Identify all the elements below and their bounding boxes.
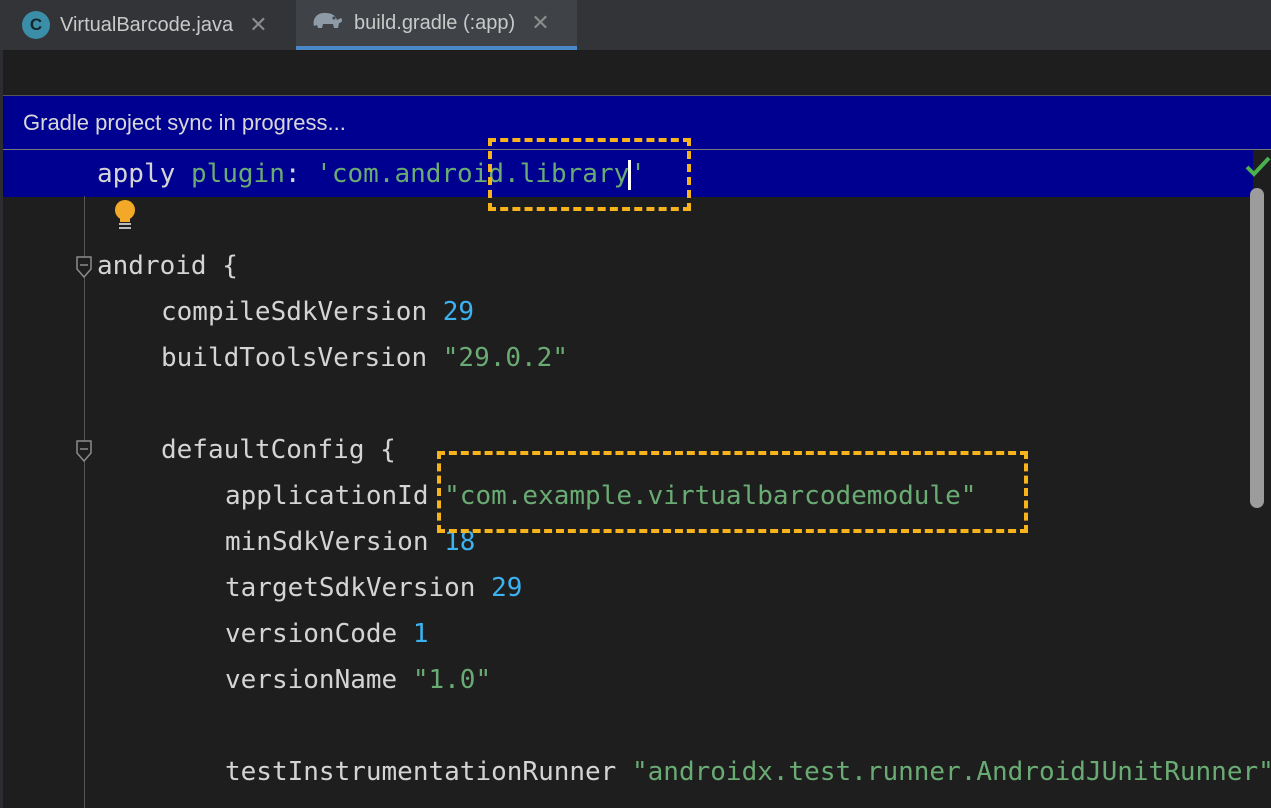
sync-status-text: Gradle project sync in progress... [23, 110, 346, 135]
code-string: "androidx.test.runner.AndroidJUnitRunner… [632, 757, 1271, 787]
tab-label: build.gradle (:app) [354, 11, 516, 34]
keyword-apply: apply [97, 159, 176, 189]
gradle-elephant-icon [310, 8, 344, 38]
code-key: versionCode [225, 619, 398, 649]
colon: : [284, 159, 301, 189]
code-line-android[interactable]: android { [97, 243, 238, 289]
code-key: minSdkVersion [225, 527, 429, 557]
code-key: targetSdkVersion [225, 573, 476, 603]
editor-tab-bar: C VirtualBarcode.java ✕ build.gradle (:a… [0, 0, 1271, 51]
code-line-default-config[interactable]: defaultConfig { [161, 427, 396, 473]
code-number: 1 [412, 619, 429, 649]
code-number: 29 [442, 297, 475, 327]
code-line-test-runner[interactable]: testInstrumentationRunner "androidx.test… [225, 749, 1271, 795]
code-key: applicationId [225, 481, 429, 511]
fold-marker-icon[interactable] [76, 440, 92, 462]
property-plugin: plugin [190, 159, 285, 189]
code-key: compileSdkVersion [161, 297, 428, 327]
code-string: "29.0.2" [442, 343, 568, 373]
checkmark-icon [1245, 156, 1271, 177]
code-line-target-sdk[interactable]: targetSdkVersion 29 [225, 565, 522, 611]
plugin-string-part1: 'com.andro [316, 159, 473, 189]
indent-guide [84, 196, 85, 808]
close-icon[interactable]: ✕ [531, 10, 549, 36]
code-string: "1.0" [412, 665, 492, 695]
code-key: testInstrumentationRunner [225, 757, 617, 787]
code-line-compile-sdk[interactable]: compileSdkVersion 29 [161, 289, 474, 335]
code-number: 29 [491, 573, 523, 603]
lightbulb-icon[interactable] [112, 198, 138, 232]
highlight-box-application-id [437, 451, 1028, 533]
java-class-icon: C [22, 11, 50, 39]
code-line-version-code[interactable]: versionCode 1 [225, 611, 429, 657]
code-key: buildToolsVersion [161, 343, 428, 373]
tab-label: VirtualBarcode.java [60, 13, 234, 36]
code-line-version-name[interactable]: versionName "1.0" [225, 657, 491, 703]
fold-marker-icon[interactable] [76, 256, 92, 278]
code-key: versionName [225, 665, 398, 695]
close-icon[interactable]: ✕ [249, 12, 267, 38]
code-line-build-tools[interactable]: buildToolsVersion "29.0.2" [161, 335, 568, 381]
tab-build-gradle[interactable]: build.gradle (:app) ✕ [296, 0, 577, 50]
vertical-scrollbar[interactable] [1250, 188, 1264, 508]
highlight-box-plugin [488, 138, 691, 211]
tab-virtualbarcode-java[interactable]: C VirtualBarcode.java ✕ [0, 0, 294, 50]
